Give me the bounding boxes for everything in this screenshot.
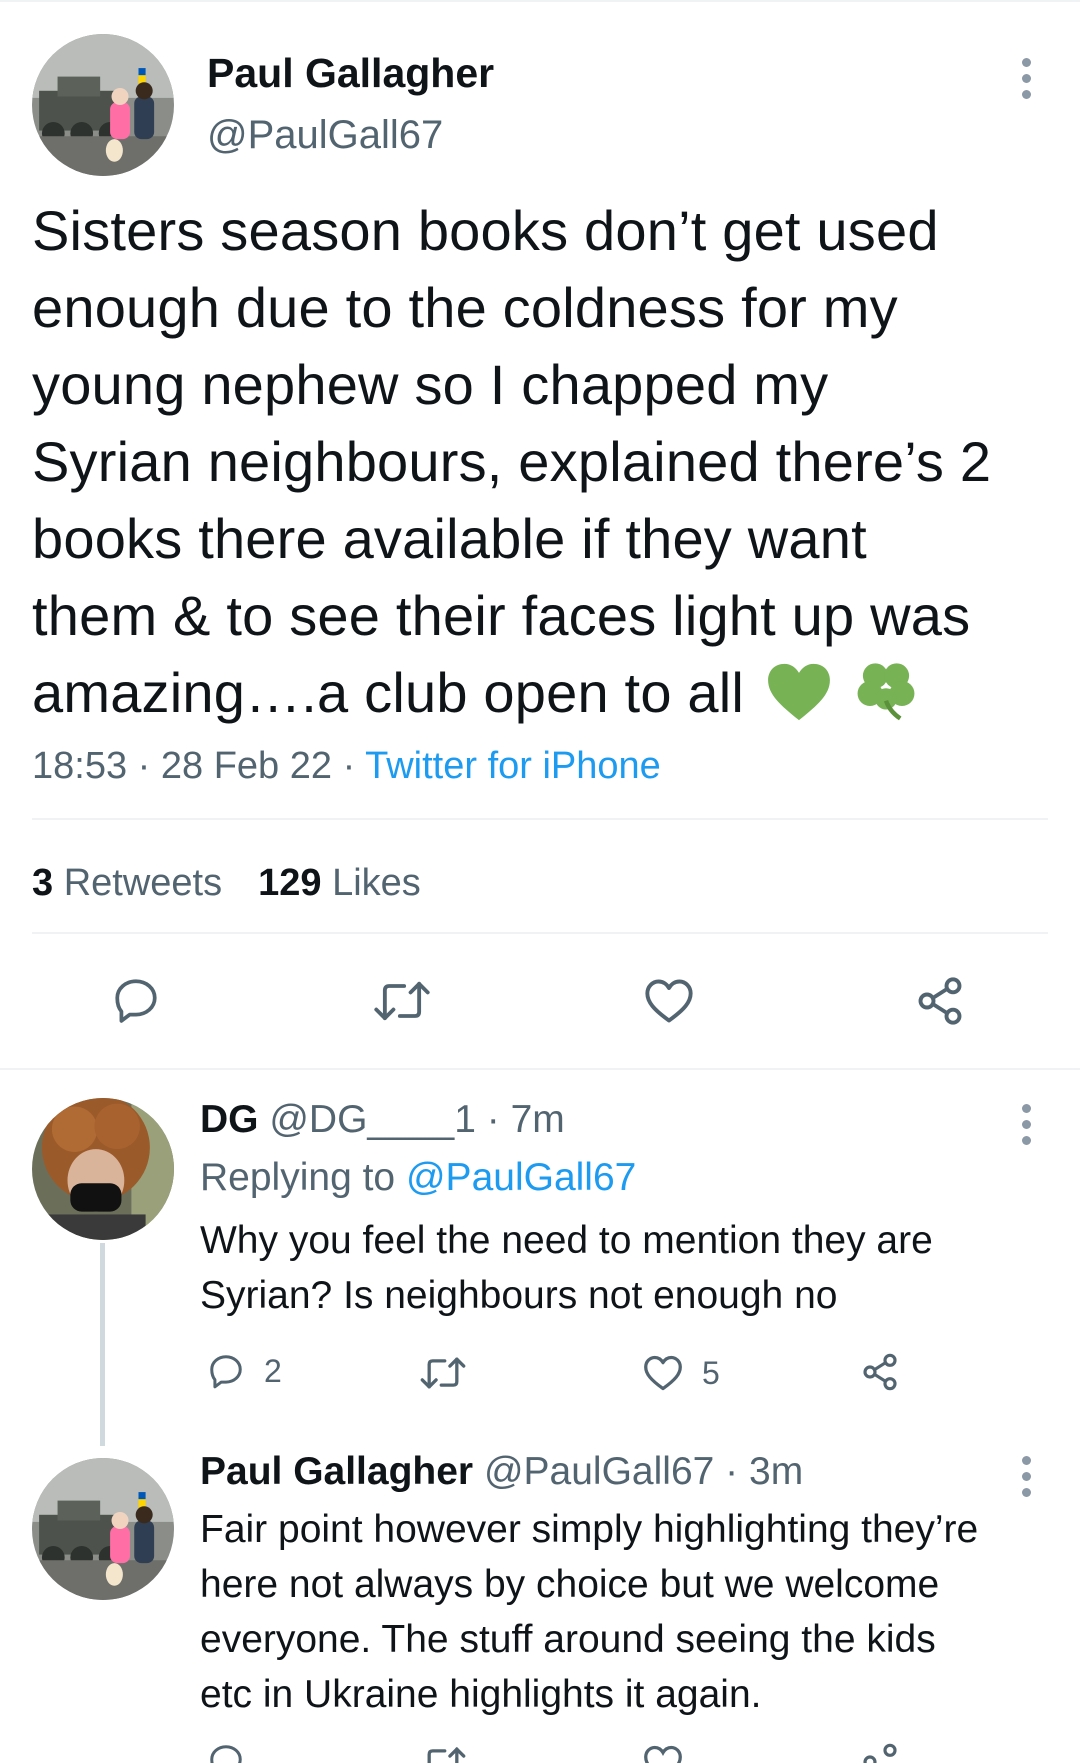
share-action[interactable] [860,1352,918,1392]
tweet-meta: 18:53 · 28 Feb 22 · Twitter for iPhone [32,745,661,788]
tweet-text-line-last: amazing….a club open to all [32,654,1062,741]
like-count: 5 [702,1354,720,1391]
retweets-label: Retweets [63,862,223,904]
tweet-date: 28 Feb 22 [160,745,333,787]
reply-author-name[interactable]: Paul Gallagher [200,1450,473,1493]
green-heart-icon [766,662,832,741]
share-icon[interactable] [860,1742,918,1763]
heart-icon [642,1354,702,1392]
tweet-text-line: books there available if they want [32,507,867,570]
meta-separator: · [127,745,161,787]
avatar-photo [32,1458,174,1600]
share-icon [860,1352,918,1392]
reply-icon[interactable] [110,975,162,1025]
tweet-text-line: amazing….a club open to all [32,661,745,724]
reply-text-line: everyone. The stuff around seeing the ki… [200,1618,936,1661]
retweets-stat[interactable]: 3 Retweets [32,862,222,904]
main-tweet: Paul Gallagher @PaulGall67 Sisters seaso… [0,0,1080,1070]
tweet-text-line: enough due to the coldness for my [32,276,898,339]
more-vertical-icon[interactable] [1022,1456,1032,1504]
reply-icon [206,1352,264,1390]
tweet-source-link[interactable]: Twitter for iPhone [365,745,661,787]
likes-stat[interactable]: 129 Likes [258,862,421,904]
reply-count: 2 [264,1352,282,1389]
shamrock-icon [854,658,918,741]
more-vertical-icon[interactable] [1022,1104,1032,1152]
reply-text-line: Why you feel the need to mention they ar… [200,1219,933,1262]
reply-text-line: Fair point however simply highlighting t… [200,1508,979,1551]
meta-separator: · [332,745,366,787]
author-handle[interactable]: @PaulGall67 [207,113,443,158]
reply-author-handle[interactable]: @PaulGall67 [484,1450,714,1493]
share-icon[interactable] [914,975,966,1027]
reply-author-avatar[interactable] [32,1098,174,1240]
reply-text: Fair point however simply highlighting t… [200,1502,1070,1722]
more-vertical-icon[interactable] [1022,58,1032,106]
tweet-text-line: them & to see their faces light up was [32,584,971,647]
avatar-photo [32,1098,174,1240]
divider [32,818,1048,820]
heart-icon[interactable] [642,1744,702,1763]
reply-text-line: here not always by choice but we welcome [200,1563,940,1606]
section-divider [0,1068,1080,1070]
retweet-icon [418,1354,486,1392]
divider [32,932,1048,934]
reply-author-name[interactable]: DG [200,1098,259,1141]
replying-to-mention[interactable]: @PaulGall67 [406,1156,636,1199]
tweet-text-line: Syrian neighbours, explained there’s 2 [32,430,992,493]
replying-to-label: Replying to [200,1156,396,1199]
reply-text-line: etc in Ukraine highlights it again. [200,1673,762,1716]
reply-author-avatar[interactable] [32,1458,174,1600]
heart-icon[interactable] [643,977,695,1025]
like-action[interactable]: 5 [642,1354,720,1392]
tweet-stats: 3 Retweets 129 Likes [32,862,421,905]
reply-header: DG @DG____1 · 7m [200,1098,565,1141]
retweet-icon[interactable] [418,1744,486,1763]
reply-text-line: Syrian? Is neighbours not enough no [200,1274,838,1317]
author-avatar[interactable] [32,34,174,176]
reply-author-handle[interactable]: @DG____1 [269,1098,476,1141]
tweet-time: 18:53 [32,745,128,787]
avatar-photo [32,34,174,176]
tweet-text-line: young nephew so I chapped my [32,353,829,416]
likes-count: 129 [258,862,322,904]
retweets-count: 3 [32,862,54,904]
author-name[interactable]: Paul Gallagher [207,50,494,97]
thread-line [100,1243,105,1446]
reply-time: 3m [749,1450,804,1493]
reply-action[interactable]: 2 [206,1352,282,1390]
likes-label: Likes [332,862,421,904]
retweet-icon[interactable] [372,977,432,1025]
replying-to: Replying to @PaulGall67 [200,1156,636,1200]
reply-time: 7m [510,1098,565,1141]
reply-header: Paul Gallagher @PaulGall67 · 3m [200,1450,804,1493]
retweet-action[interactable] [418,1354,486,1392]
tweet-text: Sisters season books don’t get used enou… [32,192,1062,741]
reply-text: Why you feel the need to mention they ar… [200,1213,1070,1323]
tweet-text-line: Sisters season books don’t get used [32,199,939,262]
reply-icon[interactable] [206,1742,264,1763]
